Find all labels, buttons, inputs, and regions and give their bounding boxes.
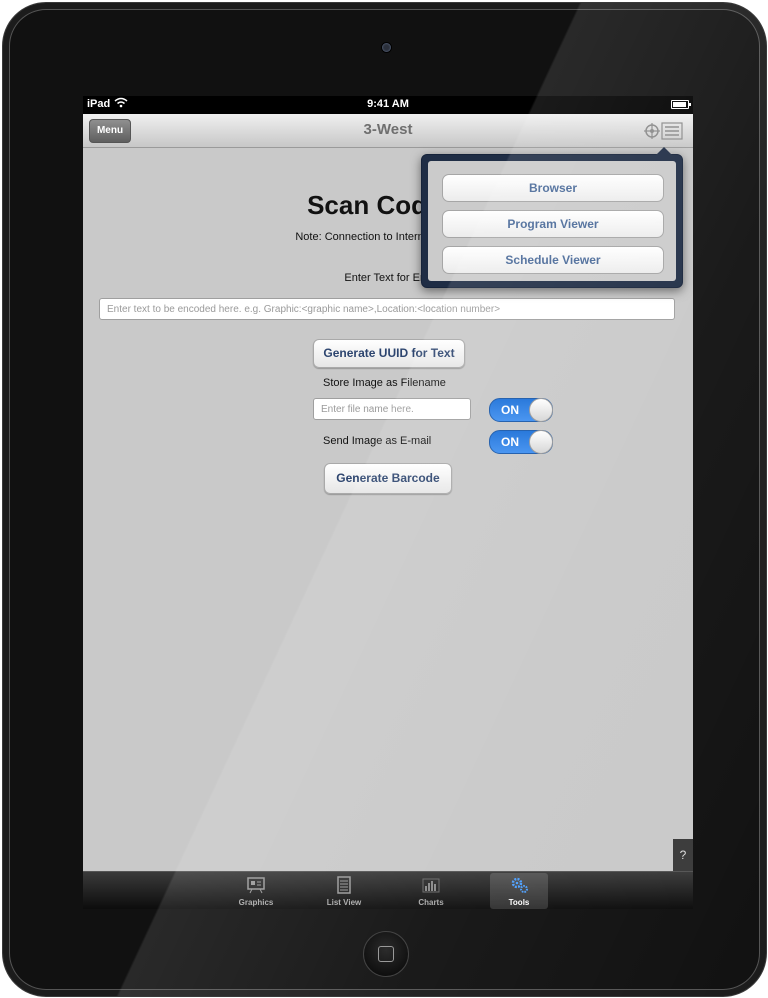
store-filename-label: Store Image as Filename	[323, 377, 446, 389]
nav-title: 3-West	[363, 121, 413, 138]
popover-content: Browser Program Viewer Schedule Viewer	[428, 161, 676, 281]
tab-list-view[interactable]: List View	[315, 873, 373, 909]
popover-arrow	[656, 147, 672, 155]
generate-barcode-button[interactable]: Generate Barcode	[324, 463, 452, 494]
toggle-knob	[529, 398, 553, 422]
status-time: 9:41 AM	[367, 98, 409, 110]
target-list-icon[interactable]	[641, 120, 685, 142]
battery-icon	[671, 100, 691, 109]
tab-label: Charts	[418, 898, 444, 907]
encode-text-input[interactable]: Enter text to be encoded here. e.g. Grap…	[99, 298, 675, 320]
filename-input[interactable]: Enter file name here.	[313, 398, 471, 420]
home-button[interactable]	[363, 931, 409, 977]
tab-label: Graphics	[238, 898, 274, 907]
tab-charts[interactable]: Charts	[402, 873, 460, 909]
graphics-icon	[246, 876, 266, 894]
program-viewer-button[interactable]: Program Viewer	[442, 210, 664, 238]
toggle-knob	[529, 430, 553, 454]
schedule-viewer-button[interactable]: Schedule Viewer	[442, 246, 664, 274]
send-email-label: Send Image as E-mail	[323, 435, 432, 447]
gears-icon	[509, 876, 529, 894]
home-square-icon	[378, 946, 394, 962]
app-screen: iPad 9:41 AM Menu 3-West Scan Code G Not…	[83, 96, 693, 909]
tab-label: List View	[326, 898, 362, 907]
email-toggle-label: ON	[501, 435, 519, 449]
viewer-popover: Browser Program Viewer Schedule Viewer	[421, 147, 683, 288]
store-image-toggle[interactable]: ON	[489, 398, 553, 422]
tab-graphics[interactable]: Graphics	[227, 873, 285, 909]
tab-label: Tools	[508, 898, 530, 907]
generate-uuid-button[interactable]: Generate UUID for Text	[313, 339, 465, 368]
charts-icon	[421, 876, 441, 894]
tab-bar: Graphics List View Charts Tools	[83, 871, 693, 909]
camera-icon	[382, 43, 391, 52]
send-email-toggle[interactable]: ON	[489, 430, 553, 454]
tab-tools[interactable]: Tools	[490, 873, 548, 909]
status-bar: iPad 9:41 AM	[83, 96, 693, 114]
browser-button[interactable]: Browser	[442, 174, 664, 202]
store-toggle-label: ON	[501, 403, 519, 417]
ipad-device-frame: iPad 9:41 AM Menu 3-West Scan Code G Not…	[2, 2, 767, 997]
navigation-bar: Menu 3-West	[83, 114, 693, 148]
list-view-icon	[334, 876, 354, 894]
help-button[interactable]: ?	[673, 839, 693, 871]
